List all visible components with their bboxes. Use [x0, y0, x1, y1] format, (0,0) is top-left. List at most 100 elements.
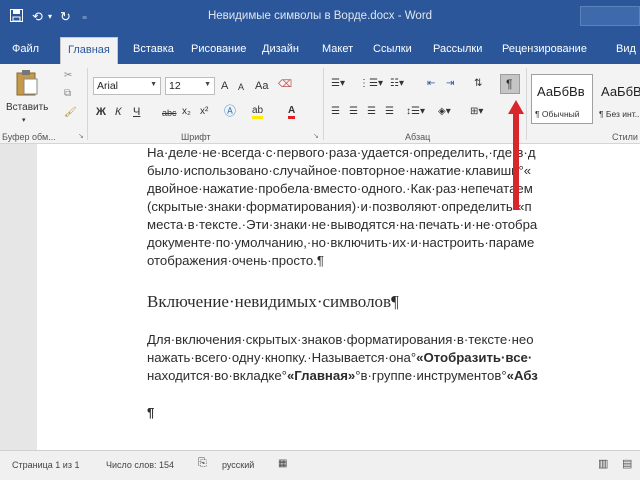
tab-layout[interactable]: Макет [322, 43, 353, 55]
paste-label: Вставить [6, 102, 49, 113]
paragraph-line: На·деле·не·всегда·с·первого·раза·удается… [147, 145, 536, 160]
tab-insert[interactable]: Вставка [133, 43, 174, 55]
align-center-icon[interactable]: ☰ [349, 105, 358, 119]
separator [323, 68, 324, 140]
clear-formatting-icon[interactable]: ⌫ [278, 78, 292, 92]
show-formatting-marks-button[interactable]: ¶ [500, 74, 520, 94]
document-title: Невидимые символы в Ворде.docx - Word [207, 10, 433, 22]
italic-button[interactable]: К [115, 105, 121, 119]
page-count[interactable]: Страница 1 из 1 [12, 460, 79, 470]
document-page[interactable]: На·деле·не·всегда·с·первого·раза·удается… [37, 144, 640, 450]
underline-button[interactable]: Ч [133, 105, 140, 119]
paragraph-line: места·в·тексте.·Эти·знаки·не·выводятся·н… [147, 217, 538, 232]
status-bar: Страница 1 из 1 Число слов: 154 ⎘ русски… [0, 450, 640, 480]
align-left-icon[interactable]: ☰ [331, 105, 340, 119]
paste-button[interactable]: Вставить ▾ [4, 68, 50, 124]
paragraph-line: документе·по·умолчанию,·но·включить·их·и… [147, 235, 535, 250]
decrease-indent-icon[interactable]: ⇤ [427, 77, 435, 91]
paste-dropdown-icon: ▾ [22, 117, 26, 124]
style-sample: АаБбВ [601, 84, 640, 99]
shrink-font-button[interactable]: A [238, 80, 244, 94]
font-launcher-icon[interactable]: ↘ [313, 130, 319, 144]
empty-paragraph-mark: ¶ [147, 405, 155, 420]
grow-font-button[interactable]: A [221, 79, 228, 93]
document-area[interactable]: На·деле·не·всегда·с·первого·раза·удается… [0, 144, 640, 450]
ribbon-tabs: Файл Главная Вставка Рисование Дизайн Ма… [0, 34, 640, 64]
tab-review[interactable]: Рецензирование [502, 43, 587, 55]
text-run: нажать·всего·одну·кнопку.·Называется·она… [147, 350, 417, 365]
tab-view[interactable]: Вид [616, 43, 636, 55]
chevron-down-icon: ▼ [204, 81, 211, 88]
paragraph-line: нажать·всего·одну·кнопку.·Называется·она… [147, 349, 532, 367]
shading-icon[interactable]: ◈▾ [438, 105, 451, 119]
borders-icon[interactable]: ⊞▾ [470, 105, 483, 119]
sort-icon[interactable]: ⇅ [474, 77, 482, 91]
language-indicator[interactable]: русский [222, 460, 254, 470]
highlight-icon[interactable]: ab [252, 104, 264, 119]
style-name: ¶ Без инт... [599, 109, 640, 119]
font-name-value: Arial [97, 80, 119, 92]
separator [526, 68, 527, 140]
style-name: ¶ Обычный [535, 109, 580, 119]
font-size-value: 12 [169, 80, 181, 92]
clipboard-icon [16, 70, 38, 96]
clipboard-group-label: Буфер обм... [2, 132, 56, 142]
font-group-label: Шрифт [181, 132, 211, 142]
paragraph-line: Для·включения·скрытых·знаков·форматирова… [147, 331, 534, 349]
tab-draw[interactable]: Рисование [191, 43, 246, 55]
paragraph-line: было·использовано·случайное·повторное·на… [147, 163, 532, 178]
title-bar: ⟲ ▾ ↻ ₌ Невидимые символы в Ворде.docx -… [0, 0, 640, 34]
macro-record-icon[interactable]: ▦ [278, 458, 287, 469]
strikethrough-button[interactable]: abc [162, 106, 177, 120]
change-case-button[interactable]: Aa [255, 79, 268, 93]
copy-icon[interactable]: ⧉ [64, 87, 71, 101]
text-run: °в·группе·инструментов° [355, 368, 507, 383]
paragraph-group-label: Абзац [405, 132, 431, 142]
separator [87, 68, 88, 140]
bold-text-run: «Главная» [286, 368, 356, 383]
text-effects-icon[interactable]: Ⓐ [224, 104, 236, 118]
style-sample: АаБбВв [537, 84, 585, 99]
bold-text-run: «Отобразить·все· [416, 350, 533, 365]
numbering-icon[interactable]: ⋮☰▾ [359, 77, 383, 91]
align-right-icon[interactable]: ☰ [367, 105, 376, 119]
tab-references[interactable]: Ссылки [373, 43, 412, 55]
text-run: Для·включения·скрытых·знаков·форматирова… [147, 332, 534, 347]
tab-home[interactable]: Главная [60, 37, 118, 64]
style-normal[interactable]: АаБбВв ¶ Обычный [531, 74, 593, 124]
ribbon: Вставить ▾ ✂ ⧉ 🖌 Буфер обм... ↘ Arial ▼ … [0, 64, 640, 144]
increase-indent-icon[interactable]: ⇥ [446, 77, 454, 91]
bullets-icon[interactable]: ☰▾ [331, 77, 345, 91]
subscript-button[interactable]: x₂ [182, 105, 191, 119]
text-run: находится·во·вкладке° [147, 368, 287, 383]
chevron-down-icon: ▼ [150, 81, 157, 88]
proofing-icon[interactable]: ⎘ [198, 457, 207, 470]
print-layout-icon[interactable]: ▤ [622, 457, 632, 470]
justify-icon[interactable]: ☰ [385, 105, 394, 119]
line-spacing-icon[interactable]: ↕☰▾ [406, 105, 425, 119]
section-heading: Включение·невидимых·символов¶ [147, 292, 399, 311]
styles-group-label: Стили [612, 132, 638, 142]
font-size-dropdown[interactable]: 12 ▼ [165, 77, 215, 95]
tab-design[interactable]: Дизайн [262, 43, 299, 55]
cut-icon[interactable]: ✂ [64, 69, 72, 83]
clipboard-launcher-icon[interactable]: ↘ [78, 130, 84, 144]
tab-file[interactable]: Файл [12, 43, 39, 55]
bold-button[interactable]: Ж [96, 105, 106, 119]
title-search-box[interactable] [580, 6, 640, 26]
read-mode-icon[interactable]: ▥ [598, 457, 608, 470]
multilevel-list-icon[interactable]: ☷▾ [390, 77, 404, 91]
font-color-icon[interactable]: A [288, 104, 296, 119]
paragraph-line: (скрытые·знаки·форматирования)·и·позволя… [147, 199, 532, 214]
style-no-spacing[interactable]: АаБбВ ¶ Без инт... [595, 74, 640, 124]
format-painter-icon[interactable]: 🖌 [64, 106, 77, 120]
paragraph-line: двойное·нажатие·пробела·вместо·одного.·К… [147, 181, 533, 196]
pilcrow-icon: ¶ [506, 77, 513, 91]
word-window: ⟲ ▾ ↻ ₌ Невидимые символы в Ворде.docx -… [0, 0, 640, 480]
word-count[interactable]: Число слов: 154 [106, 460, 174, 470]
paragraph-line: находится·во·вкладке°«Главная»°в·группе·… [147, 367, 538, 385]
bold-text-run: «Абз [506, 368, 538, 383]
font-name-dropdown[interactable]: Arial ▼ [93, 77, 161, 95]
tab-mailings[interactable]: Рассылки [433, 43, 482, 55]
superscript-button[interactable]: x² [200, 105, 208, 119]
